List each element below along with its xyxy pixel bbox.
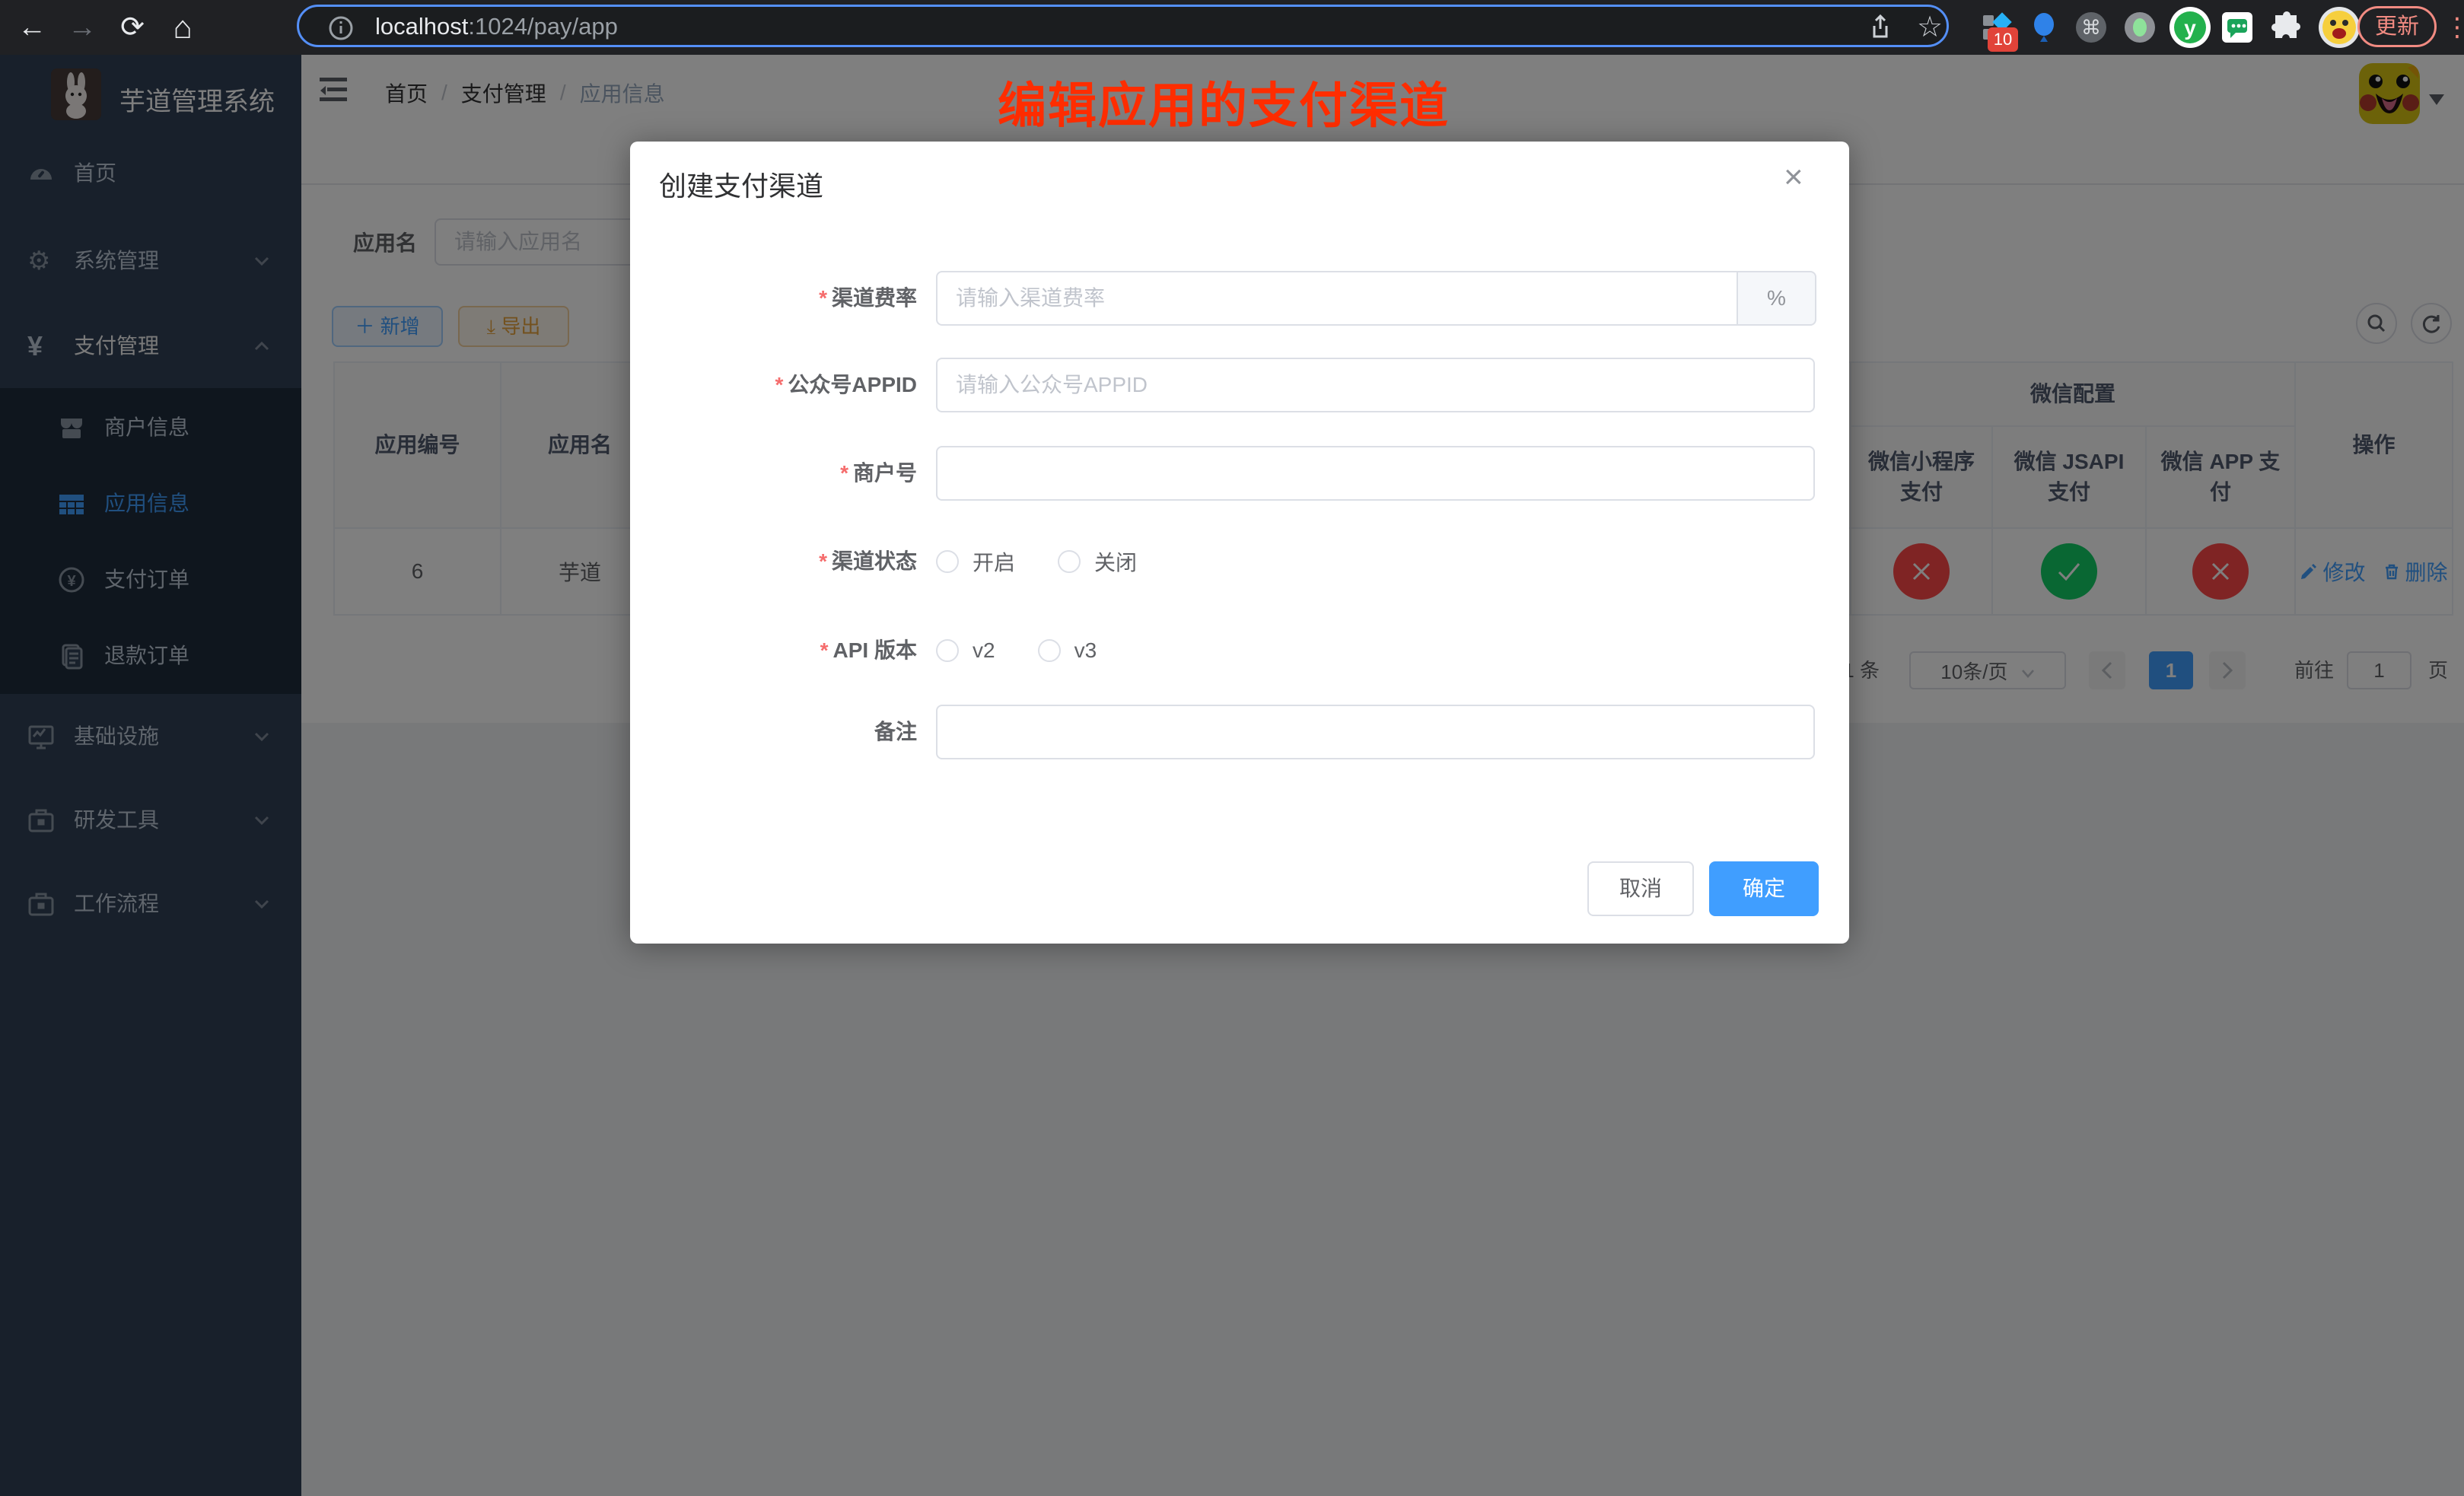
api-radio-group: v2 v3 bbox=[936, 623, 1139, 678]
radio-circle-icon bbox=[936, 639, 959, 662]
form-row-remark: 备注 bbox=[630, 705, 1849, 759]
extension-badge: 10 bbox=[1988, 27, 2018, 52]
url-path: :1024/pay/app bbox=[468, 13, 618, 40]
svg-text:⌘: ⌘ bbox=[2081, 16, 2101, 39]
create-channel-dialog: 创建支付渠道 × *渠道费率 % *公众号APPID *商户号 bbox=[630, 142, 1849, 944]
radio-label: v3 bbox=[1074, 638, 1097, 663]
extensions-puzzle-icon[interactable] bbox=[2269, 11, 2303, 44]
extension-command-icon[interactable]: ⌘ bbox=[2074, 11, 2108, 44]
api-label: *API 版本 bbox=[630, 623, 917, 678]
rate-label-text: 渠道费率 bbox=[832, 286, 917, 310]
remark-label-text: 备注 bbox=[874, 720, 917, 743]
remark-label: 备注 bbox=[630, 705, 917, 759]
extension-tab-manager-icon[interactable]: 10 bbox=[1980, 11, 2014, 44]
share-icon[interactable] bbox=[1867, 14, 1894, 41]
required-mark: * bbox=[819, 549, 827, 573]
appid-input[interactable] bbox=[936, 358, 1815, 412]
status-label: *渠道状态 bbox=[630, 534, 917, 589]
merchant-label: *商户号 bbox=[630, 446, 917, 501]
cancel-button[interactable]: 取消 bbox=[1587, 861, 1694, 916]
browser-reload-icon[interactable]: ⟳ bbox=[111, 0, 154, 55]
form-row-api: *API 版本 v2 v3 bbox=[630, 623, 1849, 678]
radio-label: 开启 bbox=[973, 546, 1015, 577]
extension-balloon-icon[interactable] bbox=[2027, 11, 2061, 44]
radio-api-v2[interactable]: v2 bbox=[936, 638, 995, 663]
rate-input-group: % bbox=[936, 271, 1816, 326]
radio-api-v3[interactable]: v3 bbox=[1038, 638, 1097, 663]
appid-label: *公众号APPID bbox=[630, 358, 917, 412]
extension-recorder-icon[interactable] bbox=[2123, 11, 2157, 44]
radio-label: v2 bbox=[973, 638, 995, 663]
browser-chrome: ← → ⟳ ⌂ localhost:1024/pay/app ☆ 10 ⌘ bbox=[0, 0, 2464, 55]
status-radio-group: 开启 关闭 bbox=[936, 534, 1179, 589]
browser-home-icon[interactable]: ⌂ bbox=[161, 0, 204, 55]
browser-forward-icon[interactable]: → bbox=[61, 0, 103, 55]
merchant-label-text: 商户号 bbox=[853, 461, 917, 485]
rate-label: *渠道费率 bbox=[630, 271, 917, 326]
svg-text:y: y bbox=[2184, 16, 2196, 40]
dialog-title: 创建支付渠道 bbox=[659, 164, 823, 204]
extension-y-icon[interactable]: y bbox=[2169, 6, 2202, 40]
status-label-text: 渠道状态 bbox=[832, 549, 917, 573]
dialog-close-icon[interactable]: × bbox=[1784, 158, 1803, 196]
extension-chat-icon[interactable] bbox=[2220, 11, 2254, 44]
api-label-text: API 版本 bbox=[833, 638, 917, 662]
rate-suffix: % bbox=[1737, 271, 1816, 326]
radio-circle-icon bbox=[1058, 550, 1081, 573]
url-host: localhost bbox=[375, 13, 468, 40]
radio-circle-icon bbox=[1038, 639, 1061, 662]
browser-back-icon[interactable]: ← bbox=[11, 0, 53, 55]
form-row-merchant: *商户号 bbox=[630, 446, 1849, 501]
rate-input[interactable] bbox=[936, 271, 1737, 326]
address-bar[interactable]: localhost:1024/pay/app ☆ bbox=[297, 5, 1949, 47]
radio-status-on[interactable]: 开启 bbox=[936, 546, 1015, 577]
required-mark: * bbox=[775, 373, 784, 396]
bookmark-star-icon[interactable]: ☆ bbox=[1917, 7, 1943, 49]
chrome-menu-icon[interactable]: ⋮ bbox=[2444, 9, 2464, 46]
merchant-input[interactable] bbox=[936, 446, 1815, 501]
profile-avatar[interactable] bbox=[2318, 6, 2351, 40]
chrome-update-button[interactable]: 更新 bbox=[2357, 6, 2437, 47]
radio-label: 关闭 bbox=[1094, 546, 1137, 577]
radio-circle-icon bbox=[936, 550, 959, 573]
form-row-appid: *公众号APPID bbox=[630, 358, 1849, 412]
required-mark: * bbox=[819, 286, 827, 310]
required-mark: * bbox=[820, 638, 829, 662]
confirm-button[interactable]: 确定 bbox=[1709, 861, 1819, 916]
form-row-rate: *渠道费率 % bbox=[630, 271, 1849, 326]
annotation-text: 编辑应用的支付渠道 bbox=[998, 67, 1450, 137]
appid-label-text: 公众号APPID bbox=[788, 373, 917, 396]
site-info-icon[interactable] bbox=[328, 15, 354, 41]
remark-input[interactable] bbox=[936, 705, 1815, 759]
radio-status-off[interactable]: 关闭 bbox=[1058, 546, 1137, 577]
form-row-status: *渠道状态 开启 关闭 bbox=[630, 534, 1849, 589]
required-mark: * bbox=[840, 461, 848, 485]
screen: ← → ⟳ ⌂ localhost:1024/pay/app ☆ 10 ⌘ bbox=[0, 0, 2464, 1496]
